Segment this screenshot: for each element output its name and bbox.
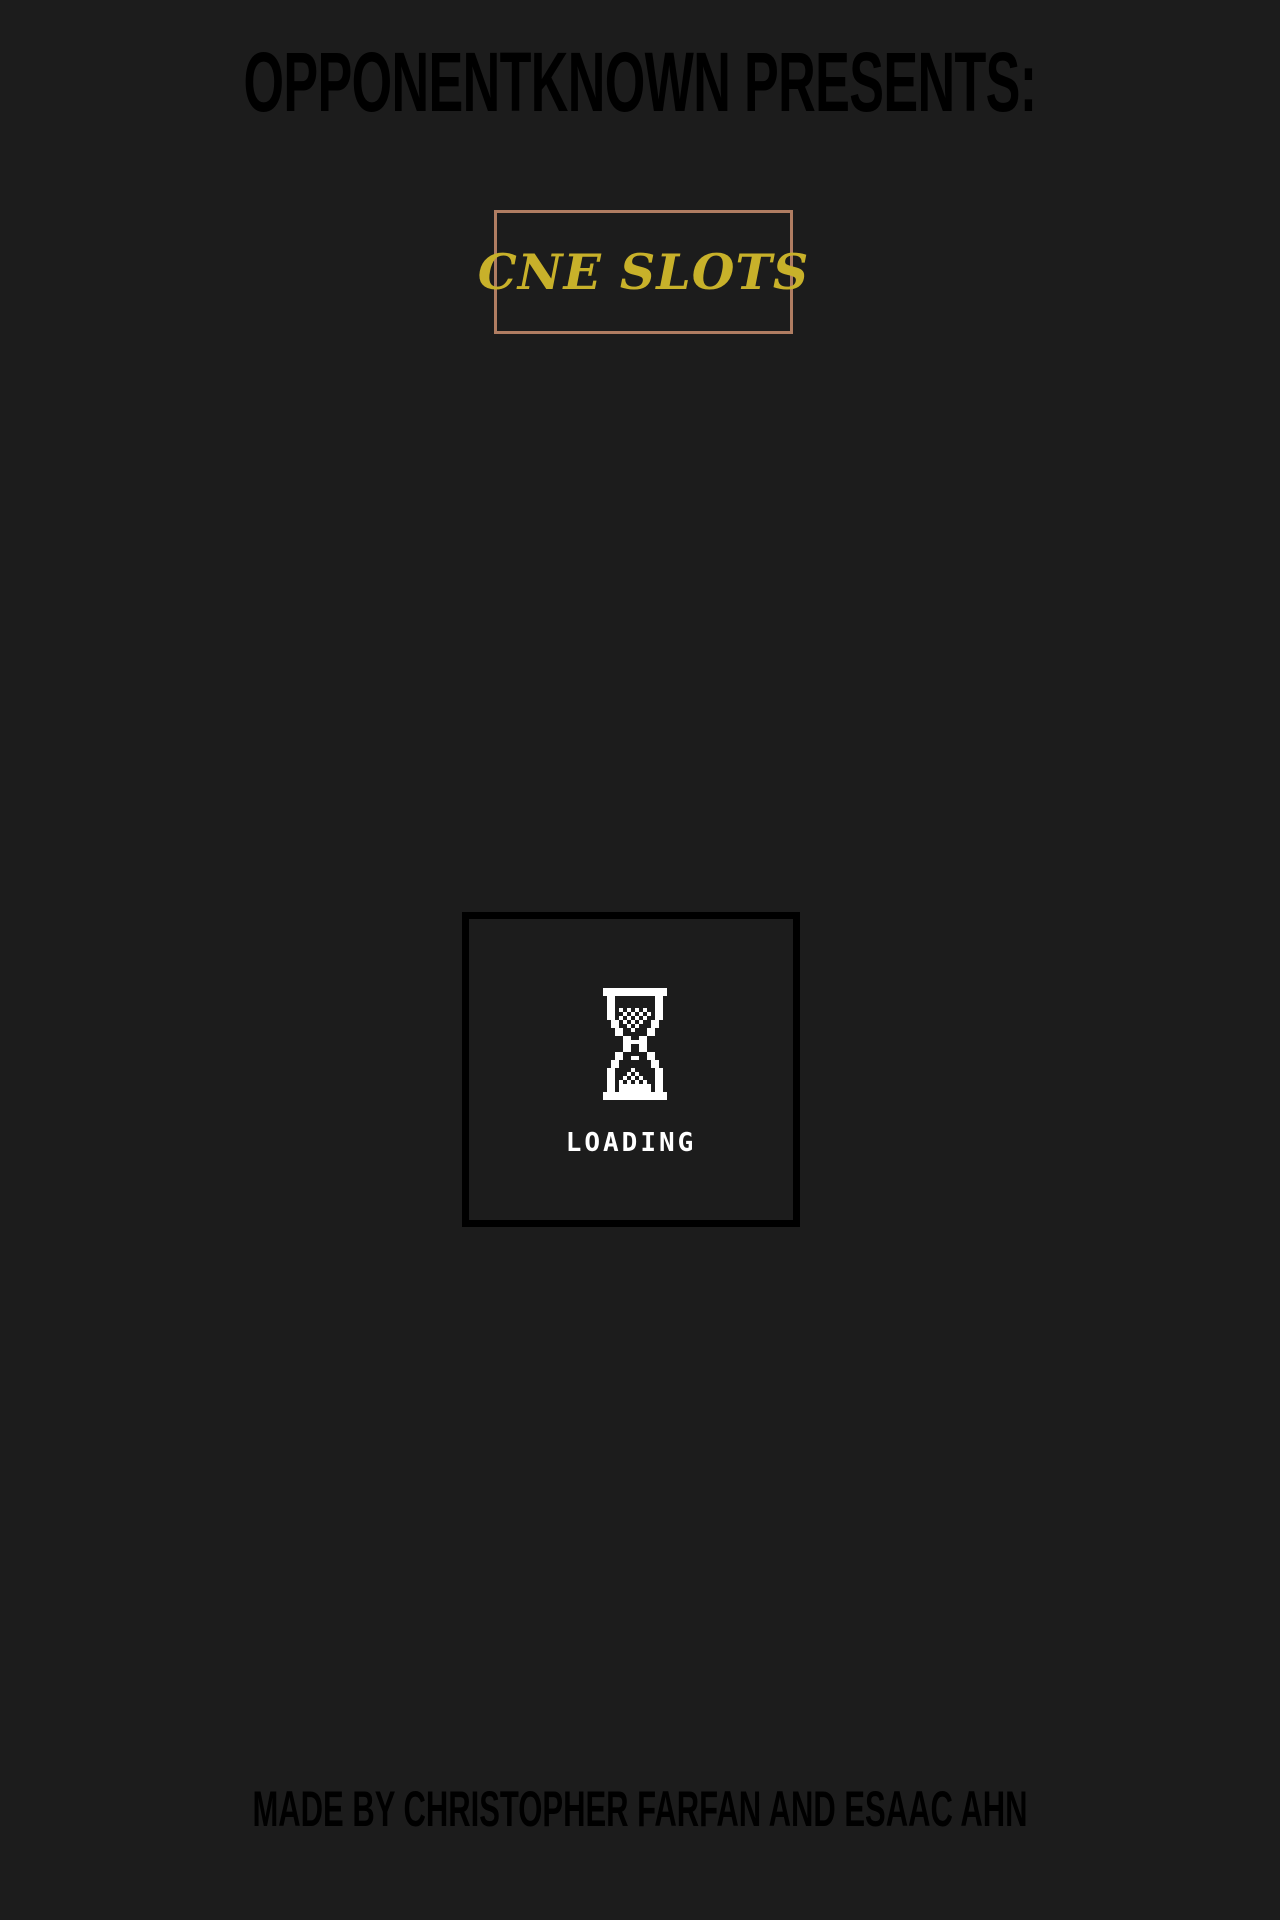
game-title-banner: CNE SLOTS xyxy=(478,210,808,334)
footer-credits: MADE BY CHRISTOPHER FARFAN AND ESAAC AHN xyxy=(252,1781,1028,1837)
game-title: CNE SLOTS xyxy=(477,243,810,301)
loading-panel: LOADING xyxy=(462,912,800,1227)
hourglass-icon xyxy=(603,988,667,1100)
page-title: OPPONENTKNOWN PRESENTS: xyxy=(243,35,1037,129)
loading-label: LOADING xyxy=(565,1128,697,1158)
